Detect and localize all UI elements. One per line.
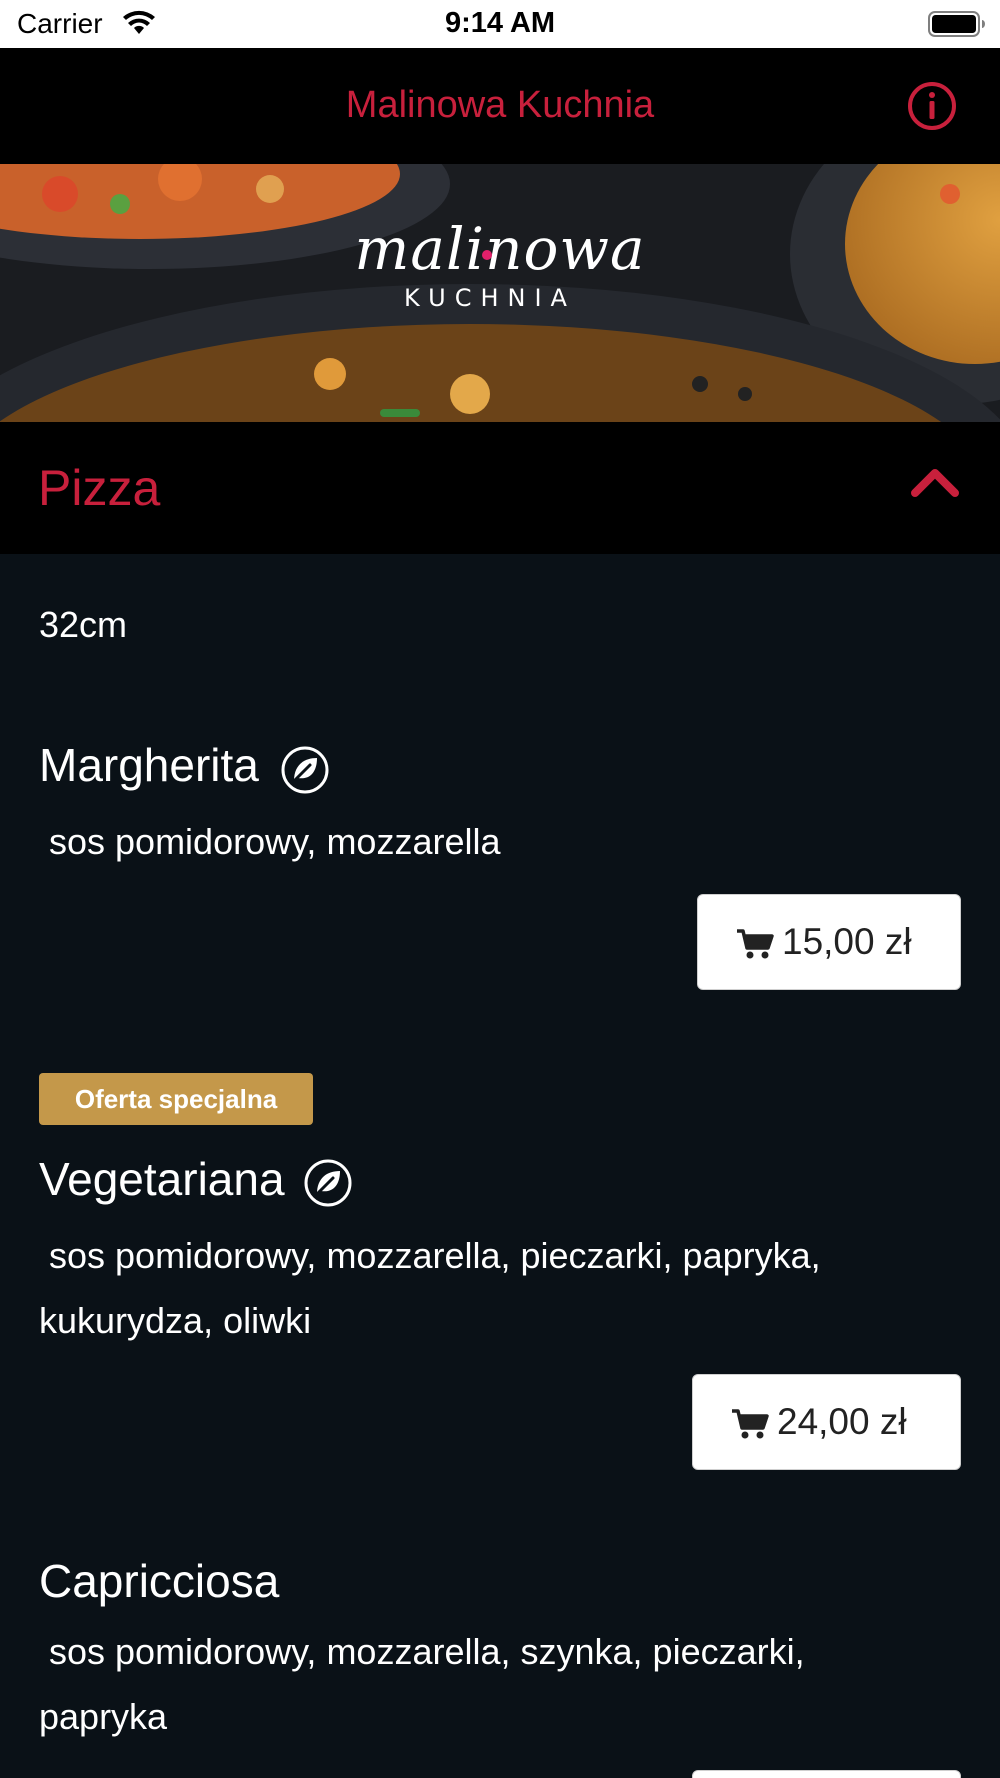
description-line: kukurydza, oliwki	[39, 1300, 312, 1341]
description-line: sos pomidorowy, mozzarella	[39, 821, 501, 862]
category-header-pizza[interactable]: Pizza	[0, 422, 1000, 554]
info-circle-icon[interactable]	[906, 80, 958, 132]
app-title: Malinowa Kuchnia	[345, 84, 655, 126]
logo-subtitle: KUCHNIA	[404, 284, 576, 312]
logo-dot	[482, 250, 492, 260]
description-line: sos pomidorowy, mozzarella, pieczarki, p…	[39, 1235, 821, 1276]
category-title: Pizza	[38, 460, 161, 516]
special-offer-badge: Oferta specjalna	[39, 1073, 313, 1125]
description-line: sos pomidorowy, mozzarella, szynka, piec…	[39, 1631, 805, 1672]
size-note: 32cm	[39, 604, 128, 645]
chevron-up-icon[interactable]	[910, 466, 960, 498]
leaf-icon	[304, 1159, 352, 1207]
restaurant-logo: malinowa KUCHNIA	[320, 214, 680, 312]
leaf-icon	[281, 746, 329, 794]
cart-icon	[737, 929, 774, 959]
dish-name-margherita: Margherita	[39, 739, 259, 791]
status-bar: Carrier 9:14 AM	[0, 0, 1000, 48]
dish-description: sos pomidorowy, mozzarella, pieczarki, p…	[39, 1223, 939, 1353]
dish-name-capricciosa: Capricciosa	[39, 1555, 280, 1607]
add-to-cart-button[interactable]: 15,00 zł	[697, 894, 961, 990]
logo-script: malinowa	[354, 215, 646, 283]
dish-description: sos pomidorowy, mozzarella	[39, 809, 939, 874]
status-time: 9:14 AM	[444, 7, 556, 39]
price-label: 24,00 zł	[777, 1401, 907, 1442]
dish-description: sos pomidorowy, mozzarella, szynka, piec…	[39, 1619, 939, 1749]
battery-icon	[928, 11, 985, 37]
description-line: papryka	[39, 1696, 168, 1737]
restaurant-banner: malinowa KUCHNIA	[0, 164, 1000, 422]
dish-name-vegetariana: Vegetariana	[39, 1153, 285, 1205]
nav-bar: Malinowa Kuchnia	[0, 48, 1000, 164]
price-label: 15,00 zł	[782, 921, 912, 962]
add-to-cart-button[interactable]	[692, 1770, 961, 1778]
menu-screen: Carrier 9:14 AM Malinowa Kuchnia malinow…	[0, 0, 1000, 1778]
cart-icon	[732, 1409, 769, 1439]
add-to-cart-button[interactable]: 24,00 zł	[692, 1374, 961, 1470]
